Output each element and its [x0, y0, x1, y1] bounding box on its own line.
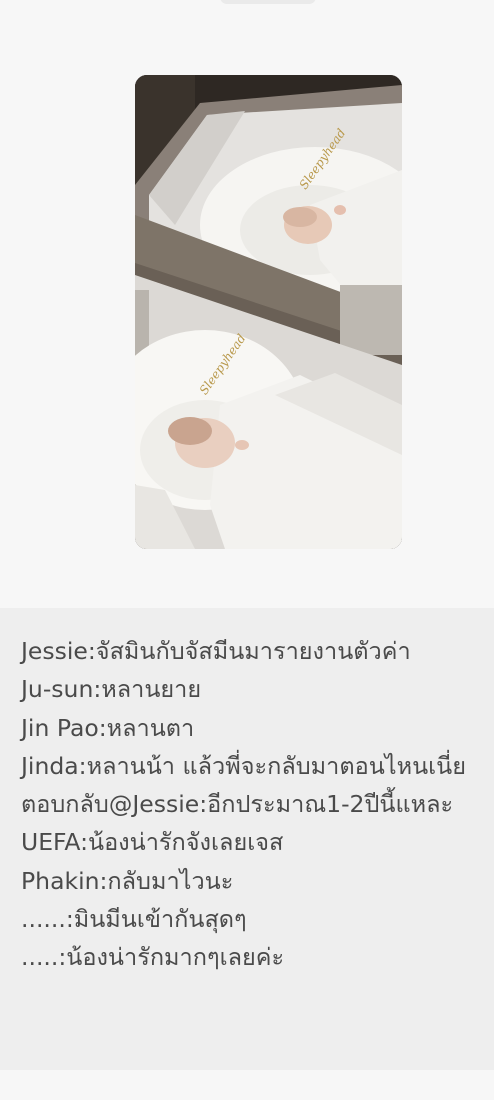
comment-author: Jessie: [21, 637, 88, 665]
comment-text: จัสมินกับจัสมีนมารายงานตัวค่า: [95, 637, 411, 665]
baby-photo[interactable]: Sleepyhead Sleepyhead: [135, 75, 402, 549]
comment-item: Phakin:กลับมาไวนะ: [21, 866, 234, 895]
comment-text: หลานน้า แล้วพี่จะกลับมาตอนไหนเนี่ย: [86, 751, 467, 780]
comment-author: .....: [21, 943, 59, 972]
comment-author: Phakin: [21, 866, 100, 895]
comment-author: Jin Pao: [21, 713, 99, 742]
comment-item: .....:น้องน่ารักมากๆเลยค่ะ: [21, 943, 285, 972]
comment-author: ......: [21, 905, 66, 934]
comment-author: Ju-sun: [21, 675, 94, 704]
comment-item: Jessie:จัสมินกับจัสมีนมารายงานตัวค่า: [21, 637, 411, 665]
top-handle: [220, 0, 316, 4]
comment-text: กลับมาไวนะ: [107, 866, 234, 895]
comment-text: น้องน่ารักจังเลยเจส: [88, 828, 284, 857]
comment-text: น้องน่ารักมากๆเลยค่ะ: [66, 943, 285, 972]
comment-item: Ju-sun:หลานยาย: [21, 675, 202, 704]
comments-panel: Jessie:จัสมินกับจัสมีนมารายงานตัวค่า Ju-…: [0, 608, 494, 1070]
comment-item: ตอบกลับ@Jessie:อีกประมาณ1-2ปีนี้แหละ: [21, 790, 454, 819]
comment-author: Jinda: [21, 751, 79, 780]
comment-text: หลานยาย: [101, 675, 202, 704]
comment-item: ......:มินมีนเข้ากันสุดๆ: [21, 905, 247, 934]
comment-text: หลานตา: [106, 713, 195, 742]
comment-item: Jin Pao:หลานตา: [21, 713, 195, 742]
comment-author: ตอบกลับ@Jessie: [21, 790, 200, 819]
comment-text: อีกประมาณ1-2ปีนี้แหละ: [207, 790, 454, 819]
comment-text: มินมีนเข้ากันสุดๆ: [73, 905, 247, 934]
comment-author: UEFA: [21, 828, 81, 857]
comment-item: UEFA:น้องน่ารักจังเลยเจส: [21, 828, 284, 857]
comment-item: Jinda:หลานน้า แล้วพี่จะกลับมาตอนไหนเนี่ย: [21, 751, 467, 780]
